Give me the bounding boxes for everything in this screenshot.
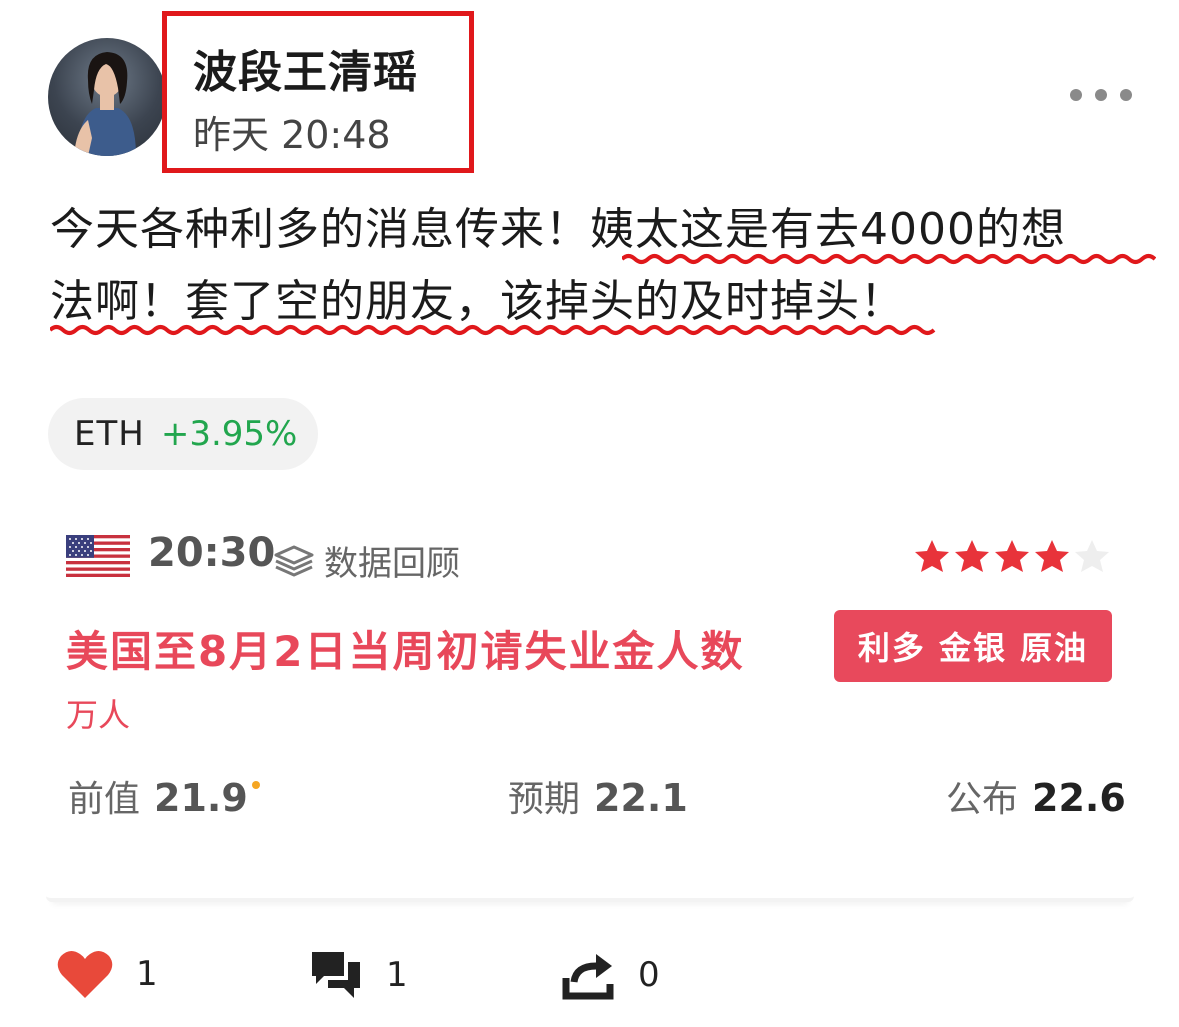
post-text-plain: 今天各种利多的消息传来！ bbox=[50, 204, 590, 255]
coin-change: +3.95% bbox=[160, 414, 298, 454]
comment-button[interactable]: 1 bbox=[308, 948, 408, 1002]
star-filled-icon bbox=[995, 540, 1029, 572]
heart-icon bbox=[57, 950, 113, 998]
previous-label: 前值 bbox=[68, 779, 141, 820]
star-filled-icon bbox=[915, 540, 949, 572]
author-name[interactable]: 波段王清瑶 bbox=[193, 36, 418, 100]
us-flag-icon bbox=[66, 535, 130, 577]
more-dots-icon[interactable] bbox=[1070, 84, 1132, 106]
impact-badge: 利多 金银 原油 bbox=[834, 610, 1112, 682]
forecast-value-stat: 预期 22.1 bbox=[508, 770, 688, 822]
like-button[interactable]: 1 bbox=[56, 948, 158, 1000]
comment-bubbles-icon bbox=[312, 952, 360, 998]
layers-icon bbox=[274, 545, 314, 576]
actual-value: 22.6 bbox=[1032, 776, 1126, 820]
squiggle-underline-1 bbox=[622, 254, 1156, 264]
share-count: 0 bbox=[638, 955, 660, 995]
data-review-link[interactable]: 数据回顾 bbox=[272, 536, 460, 585]
event-time: 20:30 bbox=[148, 530, 276, 576]
post-text-underlined-2: 法啊！套了空的朋友，该掉头的及时掉头！ bbox=[50, 276, 905, 327]
squiggle-underline-2 bbox=[50, 325, 936, 335]
event-title: 美国至8月2日当周初请失业金人数 bbox=[66, 627, 745, 676]
star-filled-icon bbox=[955, 540, 989, 572]
forecast-label: 预期 bbox=[508, 779, 581, 820]
actual-label: 公布 bbox=[946, 779, 1019, 820]
forecast-value: 22.1 bbox=[594, 776, 688, 820]
star-filled-icon bbox=[1035, 540, 1069, 572]
post-body: 今天各种利多的消息传来！姨太这是有去4000的想 法啊！套了空的朋友，该掉头的及… bbox=[50, 194, 1160, 338]
revised-dot-icon bbox=[251, 781, 260, 789]
share-button[interactable]: 0 bbox=[560, 948, 660, 1002]
actual-value-stat: 公布 22.6 bbox=[946, 770, 1126, 822]
data-review-label: 数据回顾 bbox=[324, 544, 460, 584]
comment-count: 1 bbox=[386, 955, 408, 995]
importance-stars bbox=[913, 538, 1111, 574]
coin-chip[interactable]: ETH +3.95% bbox=[48, 398, 318, 470]
post-text-underlined-1: 姨太这是有去4000的想 bbox=[590, 204, 1066, 255]
like-count: 1 bbox=[136, 954, 158, 994]
coin-symbol: ETH bbox=[74, 414, 145, 454]
avatar[interactable] bbox=[48, 38, 166, 156]
event-unit: 万人 bbox=[66, 696, 131, 734]
previous-value: 21.9 bbox=[154, 776, 248, 820]
post-timestamp: 昨天 20:48 bbox=[193, 113, 391, 157]
star-empty-icon bbox=[1075, 540, 1109, 572]
previous-value-stat: 前值 21.9 bbox=[68, 770, 260, 822]
share-icon bbox=[562, 954, 614, 1000]
